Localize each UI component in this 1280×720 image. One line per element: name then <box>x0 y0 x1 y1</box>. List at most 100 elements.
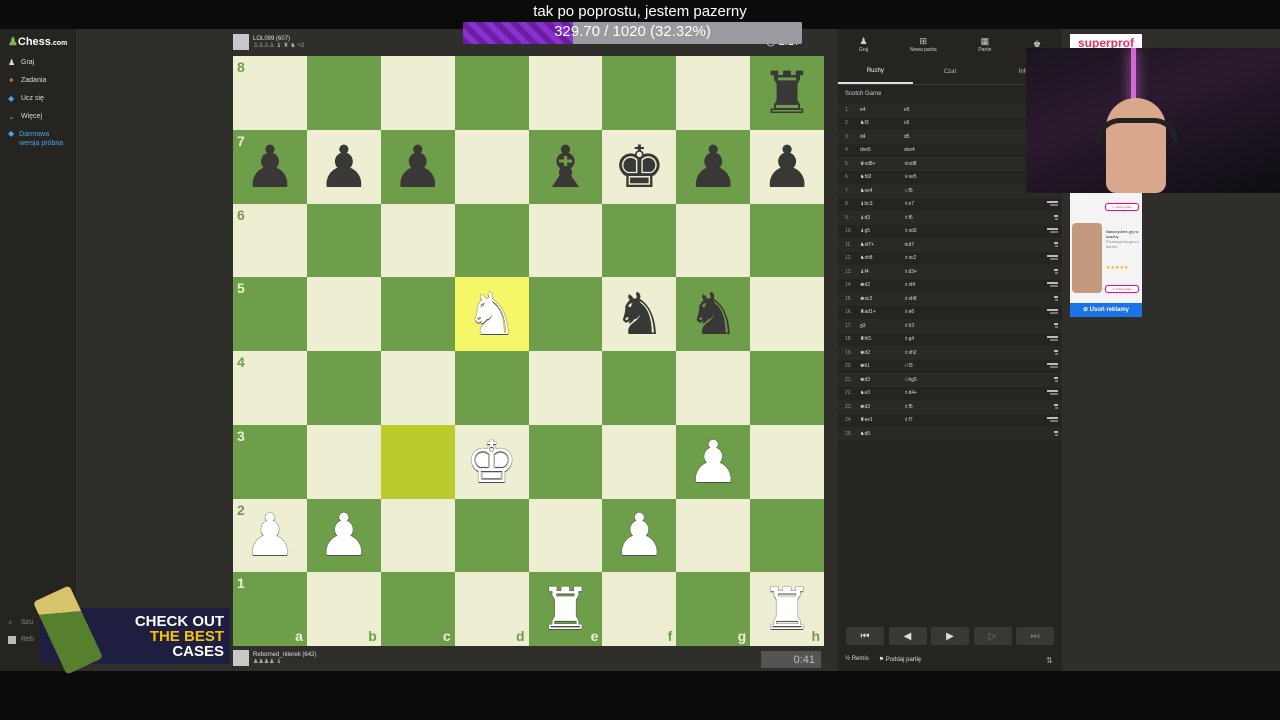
black-move[interactable]: ♔d7 <box>904 242 948 248</box>
square-d5[interactable]: ♞ <box>454 277 529 351</box>
white-move[interactable]: ♝d3 <box>860 215 904 221</box>
white-move[interactable]: ♞fd2 <box>860 174 904 180</box>
flip-board-icon[interactable]: ⇅ <box>1046 656 1053 665</box>
white-move[interactable]: ♜ee1 <box>860 417 904 423</box>
square-b5[interactable] <box>306 277 381 351</box>
white-move[interactable]: ♝g5 <box>860 228 904 234</box>
square-d2[interactable] <box>454 498 529 573</box>
black-move[interactable]: d5 <box>904 134 948 140</box>
sidebar-item-puzzles[interactable]: ✦ Zadania <box>8 77 46 85</box>
resign-button[interactable]: ⚑ Poddaj partię <box>879 656 921 663</box>
white-pawn-icon[interactable]: ♟ <box>244 506 296 564</box>
white-move[interactable]: ♝bc3 <box>860 201 904 207</box>
black-move[interactable]: ♗h3 <box>904 323 948 329</box>
square-g6[interactable] <box>676 203 751 278</box>
square-a4[interactable]: 4 <box>233 351 307 425</box>
play-moves-button[interactable]: ▶ <box>931 627 969 645</box>
square-d4[interactable] <box>454 351 529 425</box>
square-c1[interactable]: c <box>380 572 455 646</box>
square-e1[interactable]: e ♜ <box>528 572 603 646</box>
black-knight-icon[interactable]: ♞ <box>613 285 665 343</box>
square-e6[interactable] <box>528 203 603 278</box>
panel-new-game[interactable]: ⊞ Nowa partia <box>910 36 937 53</box>
square-h2[interactable] <box>750 498 824 573</box>
black-pawn-icon[interactable]: ♟ <box>244 138 296 196</box>
square-f3[interactable] <box>602 424 677 499</box>
black-pawn-icon[interactable]: ♟ <box>761 138 813 196</box>
square-c4[interactable] <box>380 351 455 425</box>
square-d3[interactable]: ♚ <box>454 424 529 499</box>
sidebar-search[interactable]: ⌕ Szu <box>8 619 33 627</box>
remove-ads-button[interactable]: ⊘ Usuń reklamy <box>1070 303 1142 317</box>
white-move[interactable]: e4 <box>860 107 904 113</box>
chess-logo[interactable]: ♟Chess.com <box>8 35 67 48</box>
bottom-player[interactable]: Reborned_niterek (642) ♟♟♟♟ ♝ <box>233 650 316 666</box>
square-h6[interactable] <box>750 203 824 278</box>
ad-lesson-pill-1[interactable]: 1. lekcja gratis <box>1105 203 1139 211</box>
square-c6[interactable] <box>380 203 455 278</box>
white-knight-icon[interactable]: ♞ <box>466 285 518 343</box>
black-move[interactable]: ♔xd8 <box>904 161 948 167</box>
square-d6[interactable] <box>454 203 529 278</box>
black-move[interactable]: ♗f6 <box>904 215 948 221</box>
square-b6[interactable] <box>306 203 381 278</box>
black-move[interactable]: ♘f3 <box>904 363 948 369</box>
black-move[interactable]: ♗xd3 <box>904 228 948 234</box>
top-player[interactable]: LOL099 (607) ♙♙♙♙ ♝ ♜ ♞ +2 <box>233 34 304 50</box>
square-g5[interactable]: ♞ <box>676 277 751 351</box>
square-d8[interactable] <box>454 56 529 130</box>
black-move[interactable]: ♘f5 <box>904 188 948 194</box>
square-d7[interactable] <box>454 129 529 204</box>
white-move[interactable]: ♛xd8+ <box>860 161 904 167</box>
square-f5[interactable]: ♞ <box>602 277 677 351</box>
square-f8[interactable] <box>602 56 677 130</box>
square-e2[interactable] <box>528 498 603 573</box>
square-h7[interactable]: ♟ <box>750 129 824 204</box>
white-move[interactable]: ♞d5 <box>860 431 904 437</box>
square-f6[interactable] <box>602 203 677 278</box>
white-move[interactable]: ♚xc2 <box>860 296 904 302</box>
black-bishop-icon[interactable]: ♝ <box>539 138 591 196</box>
square-b1[interactable]: b <box>306 572 381 646</box>
white-pawn-icon[interactable]: ♟ <box>318 506 370 564</box>
black-king-icon[interactable]: ♚ <box>613 138 665 196</box>
prev-move-button[interactable]: ◀ <box>888 627 927 645</box>
tab-moves[interactable]: Ruchy <box>838 59 913 84</box>
black-move[interactable]: dxe4 <box>904 147 948 153</box>
square-e5[interactable] <box>528 277 603 351</box>
square-a8[interactable]: 8 <box>233 56 307 130</box>
tab-chat[interactable]: Czat <box>913 59 988 84</box>
square-a6[interactable]: 6 <box>233 203 307 278</box>
square-h1[interactable]: h ♜ <box>750 572 824 646</box>
black-move[interactable]: ♗d3+ <box>904 269 948 275</box>
white-move[interactable]: ♝f4 <box>860 269 904 275</box>
square-c3[interactable] <box>380 424 455 499</box>
white-move[interactable]: ♚d3 <box>860 377 904 383</box>
black-move[interactable]: ♗f5 <box>904 404 948 410</box>
first-move-button[interactable]: ⏮ <box>846 627 884 645</box>
white-move[interactable]: ♜hf1 <box>860 336 904 342</box>
square-h3[interactable] <box>750 424 824 499</box>
black-move[interactable]: e5 <box>904 107 948 113</box>
chess-board[interactable]: 8 ♜ 7 ♟ ♟ ♟ ♝ ♚ ♟ ♟ 6 5 ♞ ♞ ♞ 4 3 ♚ ♟ 2 ♟ ♟ ♟ 1 a b c d e ♜ f g h ♜ <box>233 56 824 646</box>
square-c5[interactable] <box>380 277 455 351</box>
black-move[interactable]: ♗g4 <box>904 336 948 342</box>
square-f1[interactable]: f <box>602 572 677 646</box>
square-g3[interactable]: ♟ <box>676 424 751 499</box>
panel-play[interactable]: ♟ Graj <box>859 36 868 53</box>
square-a3[interactable]: 3 <box>233 424 307 499</box>
black-move[interactable]: ♗f7 <box>904 417 948 423</box>
square-b8[interactable] <box>306 56 381 130</box>
square-a2[interactable]: 2 ♟ <box>233 498 307 573</box>
white-move[interactable]: ♚b1 <box>860 363 904 369</box>
square-f7[interactable]: ♚ <box>602 129 677 204</box>
square-b2[interactable]: ♟ <box>306 498 381 573</box>
square-g4[interactable] <box>676 351 751 425</box>
black-move[interactable]: ♗e8 <box>904 309 948 315</box>
sidebar-item-more[interactable]: ⌄ Więcej <box>8 113 42 121</box>
white-move[interactable]: ♚d2 <box>860 350 904 356</box>
black-pawn-icon[interactable]: ♟ <box>318 138 370 196</box>
sidebar-free-trial[interactable]: ◆ Darmowa wersja próbna <box>8 130 68 148</box>
last-move-button[interactable]: ⏭ <box>1016 627 1054 645</box>
white-rook-icon[interactable]: ♜ <box>539 580 591 638</box>
